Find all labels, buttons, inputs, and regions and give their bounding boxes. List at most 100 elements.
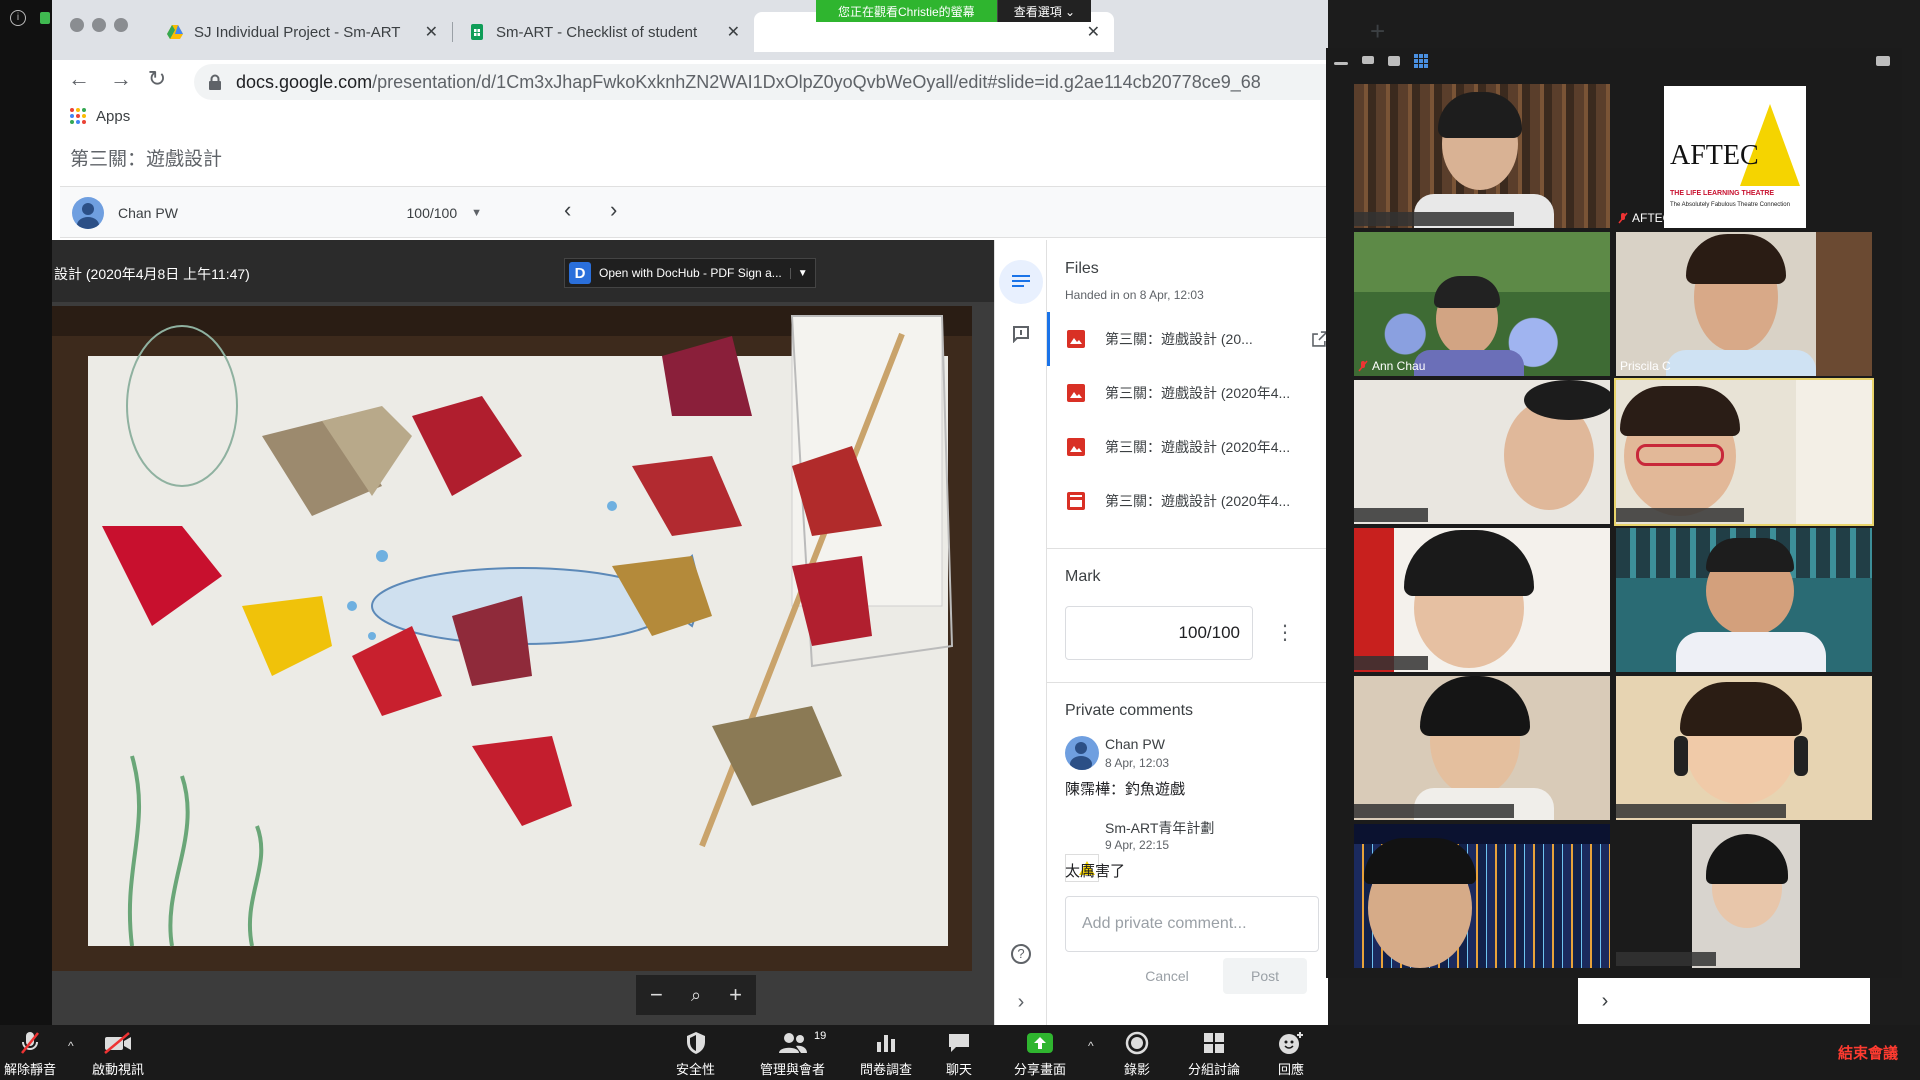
- private-comment-input[interactable]: Add private comment...: [1065, 896, 1319, 952]
- artwork-drawing: [52, 306, 972, 971]
- participant-tile[interactable]: AFTEC THE LIFE LEARNING THEATRE The Abso…: [1616, 84, 1872, 228]
- emoji-reaction-icon: [1279, 1032, 1303, 1054]
- share-options-chevron-icon[interactable]: ^: [1088, 1039, 1094, 1053]
- share-screen-button[interactable]: 分享畫面: [1014, 1029, 1066, 1078]
- view-options-button[interactable]: 查看選項 ⌄: [996, 0, 1092, 22]
- student-dropdown[interactable]: Chan PW 100/100 ▼: [72, 193, 482, 233]
- participant-tile[interactable]: Ann Chau: [1354, 232, 1610, 376]
- window-zoom-dot[interactable]: [114, 18, 128, 32]
- reactions-label: 回應: [1278, 1062, 1305, 1077]
- open-with-dochub-button[interactable]: D Open with DocHub - PDF Sign a... ▼: [564, 258, 816, 288]
- artwork-photo: [52, 306, 972, 971]
- chat-button[interactable]: 聊天: [946, 1029, 972, 1078]
- window-close-dot[interactable]: [70, 18, 84, 32]
- participant-tile[interactable]: [1354, 676, 1610, 820]
- headphone-right: [1794, 736, 1808, 776]
- comment-text: 太厲害了: [1065, 863, 1126, 880]
- file-item[interactable]: 第三關：遊戲設計 (2020年4...: [1047, 420, 1329, 474]
- participant-tile[interactable]: [1354, 824, 1610, 968]
- gallery-next-page-icon[interactable]: ›: [1578, 978, 1632, 1024]
- file-viewer: 設計 (2020年4月8日 上午11:47) D Open with DocHu…: [52, 240, 994, 1025]
- minimize-icon[interactable]: [1334, 62, 1348, 65]
- participant-tile[interactable]: [1616, 528, 1872, 672]
- files-panel: Files Handed in on 8 Apr, 12:03 第三關：遊戲設計…: [1046, 240, 1329, 1025]
- bookmark-apps[interactable]: Apps: [96, 108, 130, 125]
- zoom-reset-icon[interactable]: ⌕: [691, 985, 701, 1006]
- file-name: 第三關：遊戲設計 (2020年4...: [1105, 385, 1291, 401]
- unmute-button[interactable]: 解除靜音: [4, 1029, 56, 1078]
- gallery-view-icon[interactable]: [1414, 54, 1428, 68]
- comment-icon[interactable]: [1007, 320, 1035, 348]
- participant-glasses: [1636, 444, 1724, 466]
- back-icon[interactable]: ←: [64, 66, 94, 92]
- participant-tile[interactable]: [1354, 84, 1610, 228]
- details-icon[interactable]: [1007, 268, 1035, 296]
- start-video-button[interactable]: 啟動視訊: [92, 1029, 144, 1078]
- reactions-button[interactable]: 回應: [1278, 1029, 1304, 1078]
- next-student-icon[interactable]: ›: [610, 197, 617, 223]
- tab-close-icon[interactable]: ✕: [425, 22, 438, 42]
- gallery-toolbar: [1326, 48, 1902, 78]
- files-heading: Files: [1065, 260, 1099, 277]
- address-bar[interactable]: docs.google.com/presentation/d/1Cm3xJhap…: [194, 64, 1344, 100]
- record-button[interactable]: 錄影: [1124, 1029, 1150, 1078]
- breakout-rooms-button[interactable]: 分組討論: [1188, 1029, 1240, 1078]
- reload-icon[interactable]: ↻: [142, 66, 172, 92]
- exit-fullscreen-icon[interactable]: [1876, 56, 1890, 66]
- desktop-left-strip: i: [0, 0, 52, 1025]
- chevron-right-icon[interactable]: ›: [1007, 988, 1035, 1016]
- image-file-icon: [1067, 384, 1085, 402]
- mark-input[interactable]: 100/100: [1065, 606, 1253, 660]
- participant-name: Priscila C: [1620, 359, 1671, 373]
- participant-hair: [1706, 538, 1794, 572]
- security-button[interactable]: 安全性: [676, 1029, 715, 1078]
- post-button[interactable]: Post: [1223, 958, 1307, 994]
- participant-tile[interactable]: Priscila C: [1616, 232, 1872, 376]
- more-vert-icon[interactable]: ⋮: [1275, 620, 1295, 645]
- participant-tile[interactable]: [1354, 528, 1610, 672]
- end-meeting-button[interactable]: 結束會議: [1838, 1042, 1898, 1063]
- zoom-in-icon[interactable]: +: [729, 982, 742, 1008]
- comment-date: 9 Apr, 22:15: [1105, 838, 1170, 852]
- window-minimize-dot[interactable]: [92, 18, 106, 32]
- hide-video-icon[interactable]: [1362, 56, 1374, 64]
- file-item[interactable]: 第三關：遊戲設計 (2020年4...: [1047, 474, 1329, 528]
- handed-in-date: Handed in on 8 Apr, 12:03: [1065, 288, 1204, 302]
- forward-icon[interactable]: →: [106, 66, 136, 92]
- file-name: 第三關：遊戲設計 (2020年4...: [1105, 439, 1291, 455]
- participant-tile[interactable]: [1616, 824, 1872, 968]
- cancel-button[interactable]: Cancel: [1123, 958, 1211, 994]
- audio-options-chevron-icon[interactable]: ^: [68, 1039, 74, 1053]
- comment-date: 8 Apr, 12:03: [1105, 756, 1170, 770]
- participant-tile[interactable]: [1354, 380, 1610, 524]
- participant-tile[interactable]: [1616, 676, 1872, 820]
- zoom-out-icon[interactable]: −: [650, 982, 663, 1008]
- url-domain: docs.google.com: [236, 71, 373, 92]
- participant-shirt: [1414, 350, 1524, 376]
- help-icon[interactable]: ?: [1007, 940, 1035, 968]
- breakout-rooms-label: 分組討論: [1188, 1062, 1241, 1077]
- chevron-down-icon[interactable]: ▼: [789, 267, 815, 279]
- bookmarks-bar: Apps: [52, 104, 1328, 128]
- viewing-screen-label: 您正在觀看Christie的螢幕: [816, 0, 997, 22]
- participant-hair: [1420, 676, 1530, 736]
- previous-student-icon[interactable]: ‹: [564, 197, 571, 223]
- tab-close-icon[interactable]: ✕: [727, 22, 740, 42]
- file-name: 第三關：遊戲設計 (2020年4...: [1105, 493, 1291, 509]
- tab-checklist[interactable]: Sm-ART - Checklist of student ✕: [454, 12, 754, 52]
- name-bar: [1354, 508, 1428, 522]
- tab-close-icon[interactable]: ✕: [1087, 22, 1100, 42]
- student-selector-bar: Chan PW 100/100 ▼ ‹ ›: [60, 186, 1328, 238]
- participant-count-badge: 19: [814, 1030, 827, 1042]
- file-item[interactable]: 第三關：遊戲設計 (20...: [1047, 312, 1329, 366]
- speaker-view-icon[interactable]: [1388, 56, 1400, 66]
- info-icon[interactable]: i: [10, 10, 26, 26]
- participant-tile[interactable]: [1614, 378, 1874, 526]
- new-tab-icon[interactable]: +: [1370, 16, 1385, 47]
- tab-sj-project[interactable]: SJ Individual Project - Sm-ART ✕: [152, 12, 452, 52]
- start-video-label: 啟動視訊: [92, 1062, 145, 1077]
- security-label: 安全性: [676, 1062, 716, 1077]
- polls-button[interactable]: 問卷調查: [860, 1029, 912, 1078]
- open-with-label: Open with DocHub - PDF Sign a...: [599, 266, 782, 280]
- file-item[interactable]: 第三關：遊戲設計 (2020年4...: [1047, 366, 1329, 420]
